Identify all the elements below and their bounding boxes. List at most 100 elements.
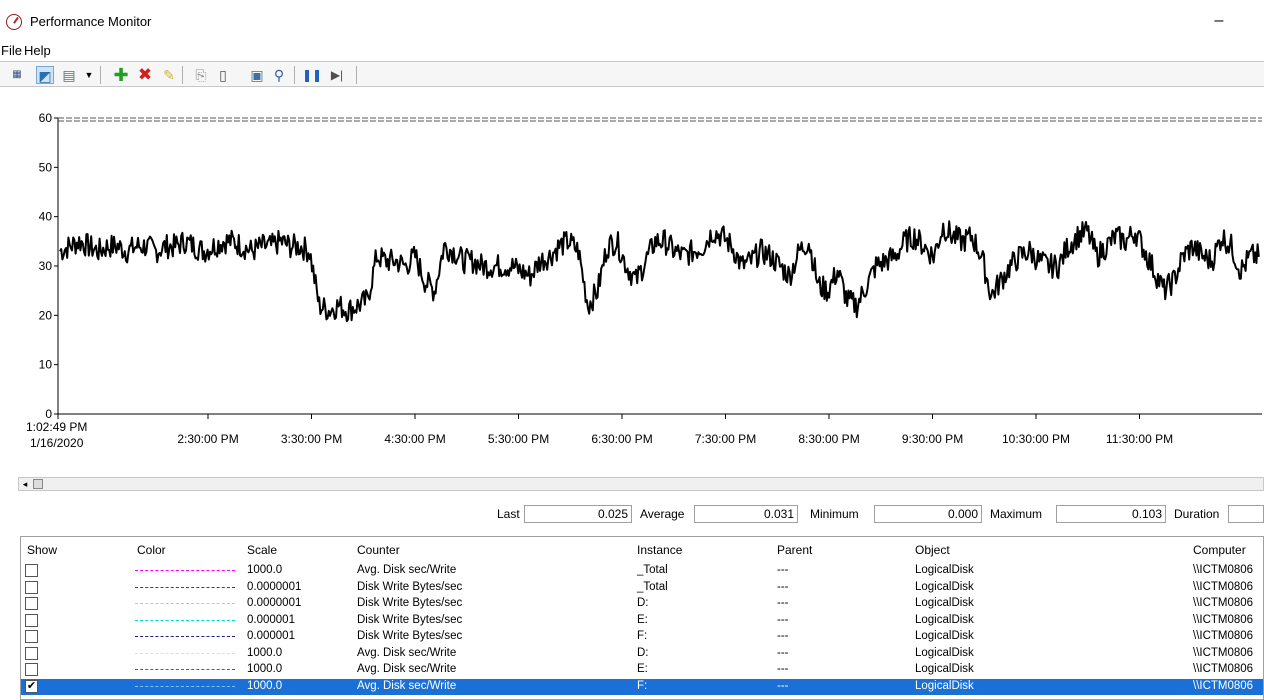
object-cell: LogicalDisk	[915, 679, 974, 692]
column-parent[interactable]: Parent	[777, 543, 812, 557]
instance-cell: E:	[637, 663, 648, 675]
x-tick-sublabel: 1/16/2020	[30, 436, 84, 450]
show-checkbox[interactable]	[25, 646, 38, 660]
x-tick-label: 2:30:00 PM	[177, 432, 238, 446]
time-scrollbar[interactable]: ◂	[18, 477, 1264, 491]
parent-cell: ---	[777, 613, 789, 626]
show-checkbox[interactable]	[25, 564, 38, 577]
column-counter[interactable]: Counter	[357, 543, 400, 557]
update-data-icon[interactable]: ▶|	[328, 66, 346, 84]
table-row[interactable]: 1000.0 Avg. Disk sec/Write _Total --- Logica…	[21, 563, 1263, 579]
computer-cell: \\ICTM0806	[1193, 613, 1254, 626]
color-swatch	[135, 652, 235, 654]
counter-cell: Disk Write Bytes/sec	[357, 580, 463, 593]
x-tick-label: 4:30:00 PM	[384, 432, 445, 446]
scroll-thumb[interactable]	[33, 479, 43, 489]
color-swatch	[135, 619, 235, 621]
chevron-down-icon[interactable]: ▼	[80, 66, 98, 84]
table-row[interactable]: ✔ 1000.0 Avg. Disk sec/Write F: --- LogicalDi…	[21, 678, 1263, 695]
counter-cell: Disk Write Bytes/sec	[357, 630, 463, 642]
instance-cell: D:	[637, 646, 649, 659]
show-checkbox[interactable]: ✔	[25, 679, 38, 693]
maximum-label: Maximum	[990, 507, 1043, 521]
column-object[interactable]: Object	[915, 543, 950, 557]
x-tick-label: 6:30:00 PM	[591, 432, 652, 446]
paste-counter-list-icon[interactable]: ▯	[214, 66, 232, 84]
object-cell: LogicalDisk	[915, 564, 974, 576]
instance-cell: E:	[637, 613, 648, 626]
series-line	[59, 220, 1260, 323]
last-label: Last	[497, 507, 520, 521]
scale-cell: 1000.0	[247, 663, 283, 675]
show-checkbox[interactable]	[25, 580, 38, 594]
instance-cell: F:	[637, 630, 648, 642]
chart-dropdown-icon[interactable]: ▤	[60, 66, 78, 84]
y-tick-label: 60	[39, 111, 53, 125]
menu-help[interactable]: Help	[24, 43, 51, 58]
column-show[interactable]: Show	[27, 543, 57, 557]
counter-cell: Disk Write Bytes/sec	[357, 613, 463, 626]
add-counter-icon[interactable]: ✚	[112, 66, 130, 84]
show-checkbox[interactable]	[25, 630, 38, 643]
counter-cell: Avg. Disk sec/Write	[357, 646, 457, 659]
show-checkbox[interactable]	[25, 597, 38, 610]
scale-cell: 1000.0	[247, 646, 283, 659]
scroll-left-icon[interactable]: ◂	[19, 478, 31, 490]
parent-cell: ---	[777, 646, 789, 659]
show-checkbox[interactable]	[25, 613, 38, 627]
zoom-icon[interactable]: ⚲	[270, 66, 288, 84]
minimum-label: Minimum	[810, 507, 859, 521]
table-row[interactable]: 1000.0 Avg. Disk sec/Write D: --- LogicalDis…	[21, 646, 1263, 662]
computer-cell: \\ICTM0806	[1193, 663, 1254, 675]
y-tick-label: 10	[39, 358, 53, 372]
object-cell: LogicalDisk	[915, 613, 974, 626]
table-row[interactable]: 0.0000001 Disk Write Bytes/sec D: --- Logica…	[21, 596, 1263, 612]
change-graph-type-icon[interactable]: ◩	[36, 66, 54, 84]
y-tick-label: 0	[45, 407, 52, 421]
counter-legend: Show Color Scale Counter Instance Parent…	[20, 536, 1264, 700]
duration-label: Duration	[1174, 507, 1220, 521]
duration-value	[1228, 505, 1264, 523]
column-computer[interactable]: Computer	[1193, 543, 1246, 557]
minimize-button[interactable]: –	[1204, 10, 1234, 34]
computer-cell: \\ICTM0806	[1193, 597, 1254, 609]
parent-cell: ---	[777, 564, 789, 576]
highlight-icon[interactable]: ✎	[160, 66, 178, 84]
table-row[interactable]: 1000.0 Avg. Disk sec/Write E: --- LogicalDis…	[21, 662, 1263, 678]
column-instance[interactable]: Instance	[637, 543, 682, 557]
menu-file[interactable]: File	[1, 43, 22, 58]
x-tick-label: 11:30:00 PM	[1106, 432, 1173, 446]
performance-monitor-icon	[6, 14, 22, 30]
color-swatch	[135, 636, 235, 637]
delete-counter-icon[interactable]: ✖	[136, 66, 154, 84]
freeze-display-icon[interactable]: ❚❚	[302, 66, 322, 84]
color-swatch	[135, 669, 235, 670]
title-bar: Performance Monitor –	[0, 0, 1264, 40]
properties-icon[interactable]: ▣	[248, 66, 266, 84]
column-scale[interactable]: Scale	[247, 543, 277, 557]
average-label: Average	[640, 507, 685, 521]
counter-cell: Disk Write Bytes/sec	[357, 597, 463, 609]
table-row[interactable]: 0.000001 Disk Write Bytes/sec F: --- Logical…	[21, 629, 1263, 645]
show-checkbox[interactable]	[25, 663, 38, 676]
scale-cell: 0.0000001	[247, 580, 302, 593]
copy-properties-icon[interactable]: ⎘	[192, 66, 210, 84]
instance-cell: _Total	[637, 564, 668, 576]
parent-cell: ---	[777, 630, 789, 642]
x-tick-label: 7:30:00 PM	[695, 432, 756, 446]
computer-cell: \\ICTM0806	[1193, 630, 1254, 642]
parent-cell: ---	[777, 580, 789, 593]
column-color[interactable]: Color	[137, 543, 166, 557]
table-row[interactable]: 0.0000001 Disk Write Bytes/sec _Total --- Lo…	[21, 580, 1263, 596]
last-value: 0.025	[524, 505, 632, 523]
scale-cell: 1000.0	[247, 679, 283, 692]
color-swatch	[135, 685, 235, 687]
object-cell: LogicalDisk	[915, 597, 974, 609]
view-graph-icon[interactable]: ▦	[8, 66, 26, 84]
color-swatch	[135, 603, 235, 604]
y-tick-label: 40	[39, 210, 53, 224]
parent-cell: ---	[777, 597, 789, 609]
y-tick-label: 50	[39, 160, 53, 174]
instance-cell: F:	[637, 679, 648, 692]
table-row[interactable]: 0.000001 Disk Write Bytes/sec E: --- Logical…	[21, 613, 1263, 629]
